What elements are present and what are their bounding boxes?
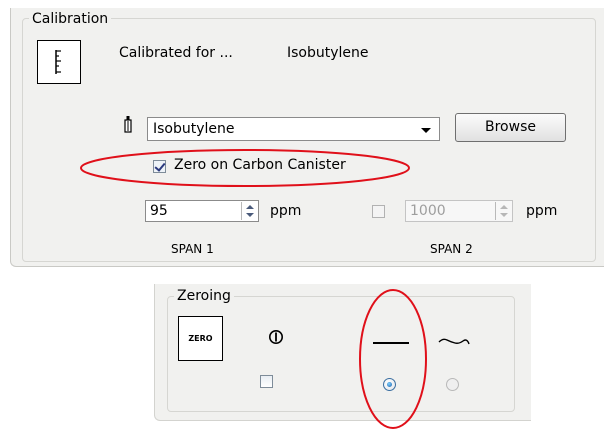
span2-unit: ppm — [526, 203, 558, 219]
calibration-ruler-icon — [37, 40, 81, 84]
power-icon — [268, 329, 284, 345]
spin-down-icon[interactable] — [500, 213, 508, 217]
span2-label: SPAN 2 — [430, 242, 473, 256]
spin-up-icon[interactable] — [500, 205, 508, 209]
calibrated-gas-value: Isobutylene — [287, 45, 369, 61]
zero-on-carbon-label[interactable]: Zero on Carbon Canister — [174, 157, 346, 173]
span2-spinbox[interactable]: 1000 — [405, 200, 513, 222]
zero-on-carbon-checkbox[interactable] — [153, 160, 166, 173]
chevron-down-icon[interactable] — [421, 128, 431, 133]
span1-spinbox[interactable]: 95 — [145, 200, 259, 222]
span1-spin-buttons[interactable] — [241, 202, 257, 220]
span1-unit: ppm — [270, 203, 302, 219]
zeroing-title: Zeroing — [174, 288, 234, 304]
span2-value[interactable]: 1000 — [410, 203, 446, 219]
zeroing-checkbox[interactable] — [260, 375, 273, 388]
browse-button[interactable]: Browse — [455, 113, 566, 142]
gas-select-dropdown[interactable]: Isobutylene — [147, 117, 440, 141]
calibrated-for-label: Calibrated for ... — [119, 45, 233, 61]
flat-line-icon — [373, 342, 409, 344]
spin-up-icon[interactable] — [246, 205, 254, 209]
span2-checkbox[interactable] — [372, 205, 385, 218]
span1-label: SPAN 1 — [171, 242, 214, 256]
gas-select-value: Isobutylene — [153, 121, 235, 137]
zero-icon: ZERO — [178, 316, 223, 361]
flat-line-radio[interactable] — [383, 378, 396, 391]
wave-line-icon — [438, 334, 470, 350]
span2-spin-buttons[interactable] — [495, 202, 511, 220]
spin-down-icon[interactable] — [246, 213, 254, 217]
calibration-title: Calibration — [29, 11, 112, 27]
span1-value[interactable]: 95 — [150, 203, 168, 219]
wave-line-radio[interactable] — [446, 378, 459, 391]
gas-bottle-icon — [123, 115, 134, 133]
